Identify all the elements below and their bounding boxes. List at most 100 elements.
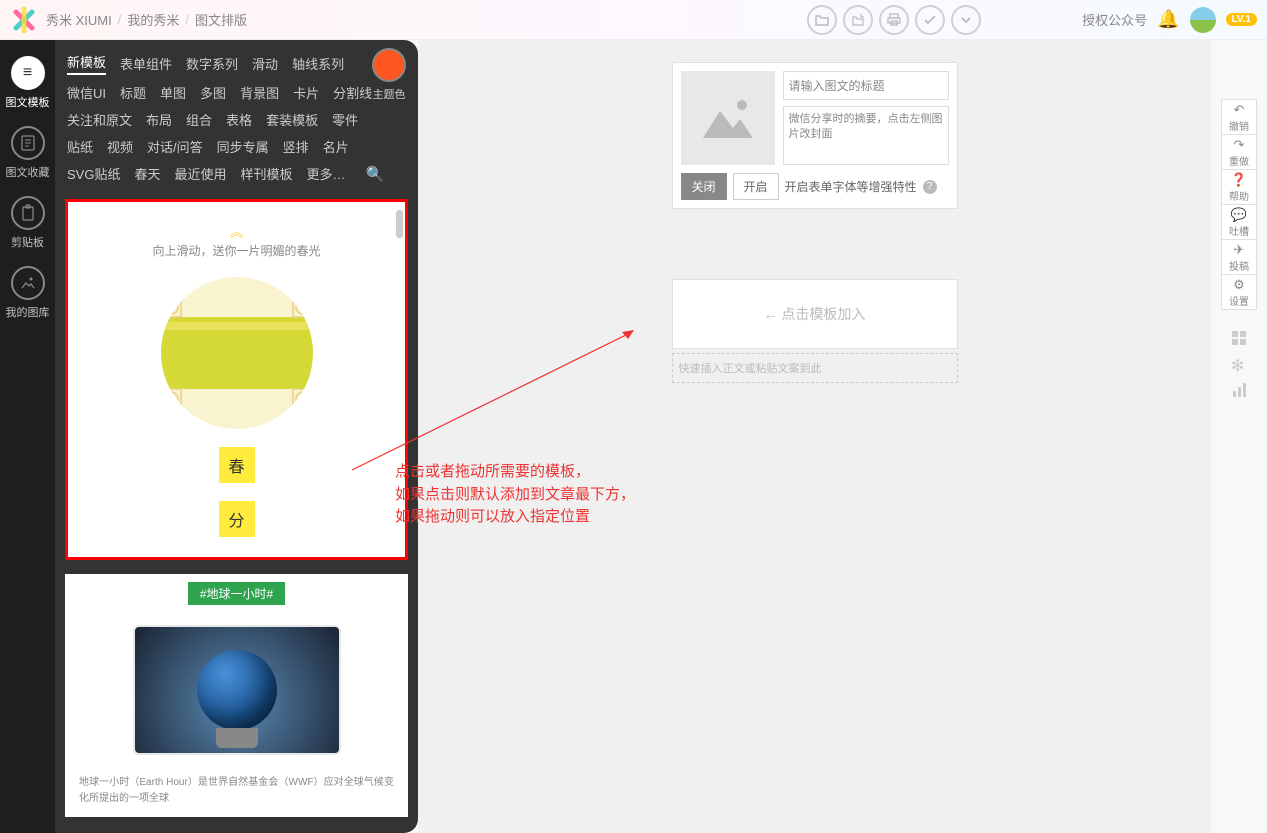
template-list: ︽ 向上滑动，送你一片明媚的春光	[55, 199, 418, 833]
spring-circle-image	[161, 277, 313, 429]
tab-number[interactable]: 数字系列	[186, 54, 238, 73]
tab-form[interactable]: 表单组件	[120, 54, 172, 73]
tab-recent[interactable]: 最近使用	[174, 164, 226, 183]
tab-parts[interactable]: 零件	[332, 110, 358, 129]
tab-sample[interactable]: 样刊模板	[241, 164, 293, 183]
scrollbar-icon[interactable]	[396, 210, 403, 238]
submit-button[interactable]: ✈投稿	[1221, 239, 1257, 275]
logo-icon	[10, 6, 38, 34]
tab-layout[interactable]: 布局	[146, 110, 172, 129]
tab-suite[interactable]: 套装模板	[266, 110, 318, 129]
enhance-label: 开启表单字体等增强特性	[785, 178, 917, 195]
tab-slide[interactable]: 滑动	[252, 54, 278, 73]
breadcrumb: 秀米 XIUMI / 我的秀米 / 图文排版	[46, 10, 247, 29]
tab-svg[interactable]: SVG贴纸	[67, 164, 120, 183]
toggle-off-button[interactable]: 关闭	[681, 173, 727, 200]
theme-swatch-icon	[372, 48, 406, 82]
earth-tag: #地球一小时#	[188, 582, 285, 605]
print-icon[interactable]	[879, 5, 909, 35]
check-icon[interactable]	[915, 5, 945, 35]
cover-placeholder[interactable]	[681, 71, 775, 165]
lines-icon: ≡	[11, 56, 45, 90]
title-input[interactable]: 请输入图文的标题	[783, 71, 949, 100]
earth-description: 地球一小时（Earth Hour）是世界自然基金会（WWF）应对全球气候变化所提…	[65, 775, 408, 817]
image-icon	[11, 266, 45, 300]
search-icon[interactable]: 🔍	[366, 165, 385, 183]
feedback-button[interactable]: 💬吐槽	[1221, 204, 1257, 240]
tab-divider[interactable]: 分割线	[333, 83, 372, 102]
folder-icon[interactable]	[807, 5, 837, 35]
tab-follow[interactable]: 关注和原文	[67, 110, 132, 129]
toggle-on-button[interactable]: 开启	[733, 173, 779, 200]
help-icon[interactable]: ?	[923, 180, 937, 194]
tab-qa[interactable]: 对话/问答	[147, 137, 203, 156]
breadcrumb-brand[interactable]: 秀米 XIUMI	[46, 10, 112, 29]
doc-lines-icon	[11, 126, 45, 160]
spring-hint: 向上滑动，送你一片明媚的春光	[78, 242, 395, 259]
chart-icon[interactable]	[1231, 382, 1247, 398]
article-header: 请输入图文的标题 微信分享时的摘要，点击左侧图片改封面 关闭 开启 开启表单字体…	[672, 62, 958, 209]
question-icon: ❓	[1231, 172, 1247, 188]
tab-title[interactable]: 标题	[120, 83, 146, 102]
tab-spring[interactable]: 春天	[134, 164, 160, 183]
spring-char1: 春	[219, 447, 255, 483]
spring-char2: 分	[219, 501, 255, 537]
template-drop-zone[interactable]: ← 点击模板加入	[672, 279, 958, 349]
tab-new[interactable]: 新模板	[67, 52, 106, 75]
down-icon[interactable]	[951, 5, 981, 35]
template-spring[interactable]: ︽ 向上滑动，送你一片明媚的春光	[65, 199, 408, 560]
tab-card[interactable]: 卡片	[293, 83, 319, 102]
comment-icon: 💬	[1231, 207, 1247, 223]
summary-input[interactable]: 微信分享时的摘要，点击左侧图片改封面	[783, 106, 949, 165]
chevron-up-icon: ︽	[78, 222, 395, 242]
breadcrumb-home[interactable]: 我的秀米	[127, 10, 179, 29]
enhance-toggle-row: 关闭 开启 开启表单字体等增强特性 ?	[681, 173, 949, 200]
tab-bg-img[interactable]: 背景图	[240, 83, 279, 102]
top-toolbar-icons	[807, 5, 981, 35]
template-tabs: 新模板 表单组件 数字系列 滑动 轴线系列 微信UI 标题 单图 多图 背景图 …	[55, 40, 418, 199]
rail-clipboard[interactable]: 剪贴板	[0, 188, 55, 258]
authorize-link[interactable]: 授权公众号	[1082, 10, 1147, 29]
tab-single-img[interactable]: 单图	[160, 83, 186, 102]
tab-axis[interactable]: 轴线系列	[292, 54, 344, 73]
tab-more[interactable]: 更多…	[307, 164, 346, 183]
redo-icon: ↷	[1234, 137, 1245, 153]
canvas-side-tools: ✻	[1231, 330, 1247, 398]
right-rail: ↶撤销 ↷重做 ❓帮助 💬吐槽 ✈投稿 ⚙设置	[1221, 100, 1257, 310]
paste-zone[interactable]: 快速插入正文或粘贴文案到此	[672, 353, 958, 383]
sync-icon[interactable]	[843, 5, 873, 35]
left-rail: ≡ 图文模板 图文收藏 剪贴板 我的图库	[0, 40, 55, 833]
help-button[interactable]: ❓帮助	[1221, 169, 1257, 205]
settings-button[interactable]: ⚙设置	[1221, 274, 1257, 310]
undo-icon: ↶	[1234, 102, 1245, 118]
avatar[interactable]	[1190, 7, 1216, 33]
tab-sticker[interactable]: 贴纸	[67, 137, 93, 156]
redo-button[interactable]: ↷重做	[1221, 134, 1257, 170]
canvas-area: 请输入图文的标题 微信分享时的摘要，点击左侧图片改封面 关闭 开启 开启表单字体…	[418, 40, 1211, 833]
tab-table[interactable]: 表格	[226, 110, 252, 129]
tab-card2[interactable]: 名片	[323, 137, 349, 156]
grid-icon[interactable]	[1231, 330, 1247, 346]
rail-templates[interactable]: ≡ 图文模板	[0, 48, 55, 118]
clipboard-icon	[11, 196, 45, 230]
tab-combo[interactable]: 组合	[186, 110, 212, 129]
breadcrumb-current: 图文排版	[195, 10, 247, 29]
plane-icon: ✈	[1234, 242, 1245, 258]
tab-video[interactable]: 视频	[107, 137, 133, 156]
top-bar: 秀米 XIUMI / 我的秀米 / 图文排版 授权公众号 🔔 LV.1	[0, 0, 1267, 40]
tab-multi-img[interactable]: 多图	[200, 83, 226, 102]
template-earth[interactable]: #地球一小时# 地球一小时（Earth Hour）是世界自然基金会（WWF）应对…	[65, 574, 408, 817]
snowflake-icon[interactable]: ✻	[1231, 356, 1247, 372]
undo-button[interactable]: ↶撤销	[1221, 99, 1257, 135]
rail-gallery[interactable]: 我的图库	[0, 258, 55, 328]
template-panel: 主题色 新模板 表单组件 数字系列 滑动 轴线系列 微信UI 标题 单图 多图 …	[55, 40, 418, 833]
earth-image	[133, 625, 341, 755]
rail-favorites[interactable]: 图文收藏	[0, 118, 55, 188]
tab-sync[interactable]: 同步专属	[217, 137, 269, 156]
tab-wechatui[interactable]: 微信UI	[67, 83, 106, 102]
tab-vertical[interactable]: 竖排	[283, 137, 309, 156]
top-right: 授权公众号 🔔 LV.1	[1082, 7, 1257, 33]
bell-icon[interactable]: 🔔	[1157, 9, 1179, 30]
theme-color-picker[interactable]: 主题色	[372, 48, 406, 102]
level-badge: LV.1	[1226, 13, 1257, 26]
